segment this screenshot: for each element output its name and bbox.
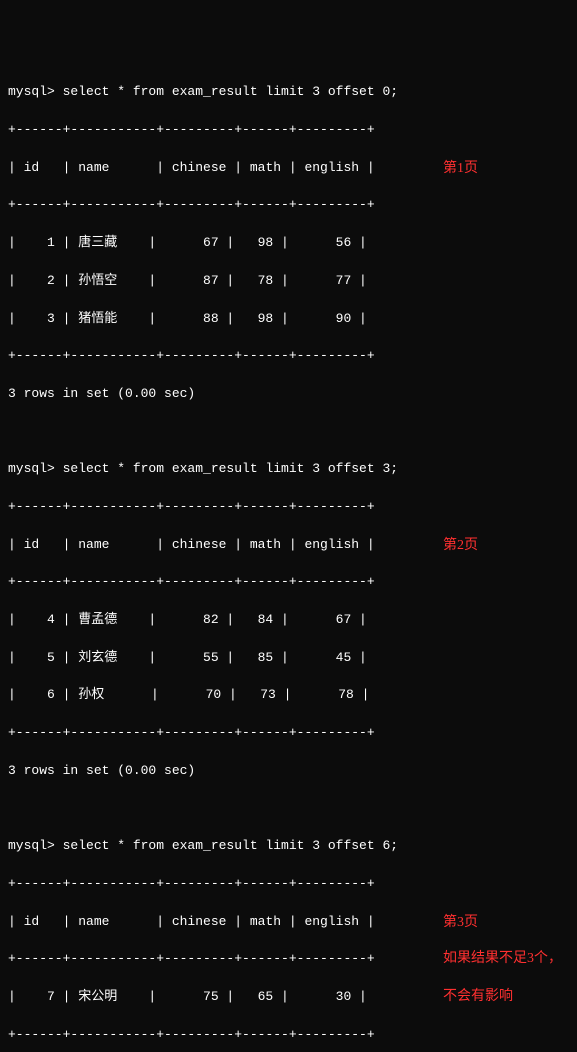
note-annotation-b: 不会有影响	[443, 989, 513, 1004]
status-line: 3 rows in set (0.00 sec)	[8, 385, 569, 404]
query-line-3: mysql> select * from exam_result limit 3…	[8, 837, 569, 856]
table-row: | 4 | 曹孟德 | 82 | 84 | 67 |	[8, 611, 569, 630]
table-border: +------+-----------+---------+------+---…	[8, 950, 569, 969]
table-row: | 6 | 孙权 | 70 | 73 | 78 |	[8, 686, 569, 705]
table-border: +------+-----------+---------+------+---…	[8, 121, 569, 140]
table-border: +------+-----------+---------+------+---…	[8, 498, 569, 517]
page-annotation-2: 第2页	[443, 538, 478, 553]
table-border: +------+-----------+---------+------+---…	[8, 875, 569, 894]
mysql-prompt: mysql>	[8, 461, 63, 476]
mysql-prompt: mysql>	[8, 838, 63, 853]
page-annotation-3: 第3页	[443, 915, 478, 930]
note-annotation-a: 如果结果不足3个，	[443, 951, 562, 966]
table-row: | 1 | 唐三藏 | 67 | 98 | 56 |	[8, 234, 569, 253]
sql-statement: select * from exam_result limit 3 offset…	[63, 84, 398, 99]
table-border: +------+-----------+---------+------+---…	[8, 724, 569, 743]
table-header-row: | id | name | chinese | math | english |…	[8, 913, 569, 932]
blank-line	[8, 799, 569, 818]
table-border: +------+-----------+---------+------+---…	[8, 1026, 569, 1045]
table-row: | 5 | 刘玄德 | 55 | 85 | 45 |	[8, 649, 569, 668]
blank-line	[8, 423, 569, 442]
table-border: +------+-----------+---------+------+---…	[8, 573, 569, 592]
table-row: | 2 | 孙悟空 | 87 | 78 | 77 |	[8, 272, 569, 291]
sql-statement: select * from exam_result limit 3 offset…	[63, 461, 398, 476]
mysql-prompt: mysql>	[8, 84, 63, 99]
table-row: | 3 | 猪悟能 | 88 | 98 | 90 |	[8, 310, 569, 329]
query-line-2: mysql> select * from exam_result limit 3…	[8, 460, 569, 479]
page-annotation-1: 第1页	[443, 161, 478, 176]
table-row: | 7 | 宋公明 | 75 | 65 | 30 |不会有影响	[8, 988, 569, 1007]
table-border: +------+-----------+---------+------+---…	[8, 196, 569, 215]
table-border: +------+-----------+---------+------+---…	[8, 347, 569, 366]
table-header: | id | name | chinese | math | english |	[8, 160, 375, 175]
table-header: | id | name | chinese | math | english |	[8, 914, 375, 929]
status-line: 3 rows in set (0.00 sec)	[8, 762, 569, 781]
table-header-row: | id | name | chinese | math | english |…	[8, 536, 569, 555]
table-header: | id | name | chinese | math | english |	[8, 537, 375, 552]
query-line-1: mysql> select * from exam_result limit 3…	[8, 83, 569, 102]
sql-statement: select * from exam_result limit 3 offset…	[63, 838, 398, 853]
table-header-row: | id | name | chinese | math | english |…	[8, 159, 569, 178]
